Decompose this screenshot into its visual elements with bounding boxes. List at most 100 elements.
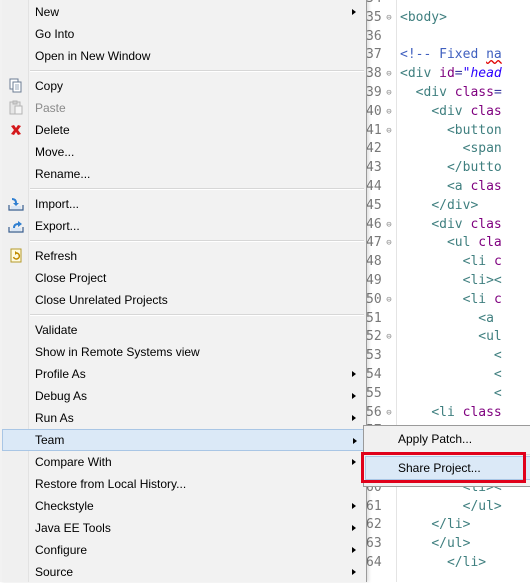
menu-item-close-unrelated-projects[interactable]: Close Unrelated Projects — [2, 289, 364, 311]
fold-toggle-icon[interactable]: ⊖ — [384, 291, 394, 309]
menu-item-show-in-remote-systems-view[interactable]: Show in Remote Systems view — [2, 341, 364, 363]
menu-item-label: Paste — [35, 101, 66, 115]
code-text: <li c — [462, 254, 502, 270]
team-submenu: Apply Patch... Share Project... — [363, 425, 530, 487]
menu-item-label: Go Into — [35, 27, 75, 41]
menu-item-label: Compare With — [35, 455, 112, 469]
line-number: 44 — [366, 179, 382, 194]
context-menu: New Go Into Open in New Window Copy Paste Del… — [0, 0, 367, 582]
menu-item-import[interactable]: Import... — [2, 193, 364, 215]
export-icon — [8, 218, 24, 234]
fold-toggle-icon[interactable]: ⊖ — [384, 122, 394, 140]
line-number: 55 — [366, 385, 382, 401]
line-number: 45 — [366, 197, 382, 213]
menu-item-restore-from-local-history[interactable]: Restore from Local History... — [2, 473, 364, 495]
menu-item-go-into[interactable]: Go Into — [2, 23, 364, 45]
line-number: 50 — [366, 291, 382, 307]
menu-item-label: Team — [35, 433, 65, 447]
submenu-arrow-icon — [352, 415, 356, 421]
fold-toggle-icon[interactable]: ⊖ — [384, 84, 394, 102]
submenu-separator — [392, 454, 530, 455]
copy-icon — [8, 78, 24, 94]
menu-separator — [30, 240, 364, 242]
fold-toggle-icon[interactable]: ⊖ — [384, 328, 394, 346]
submenu-arrow-icon — [352, 393, 356, 399]
menu-item-move[interactable]: Move... — [2, 141, 364, 163]
submenu-arrow-icon — [352, 503, 356, 509]
menu-item-copy[interactable]: Copy — [2, 75, 364, 97]
line-number: 43 — [366, 160, 382, 176]
menu-item-configure[interactable]: Configure — [2, 539, 364, 561]
import-icon — [8, 196, 24, 212]
code-text: <ul cla — [446, 235, 502, 251]
code-text: <div class= — [415, 85, 502, 100]
fold-toggle-icon[interactable]: ⊖ — [384, 65, 394, 83]
menu-item-team[interactable]: Team — [2, 429, 364, 451]
code-text: <a clas — [446, 179, 502, 194]
code-text: <a — [478, 310, 494, 326]
line-number: 40 — [366, 103, 382, 119]
menu-item-checkstyle[interactable]: Checkstyle — [2, 495, 364, 517]
code-text: <li class — [431, 404, 502, 420]
share-project-menu-item[interactable]: Share Project... — [365, 456, 530, 480]
menu-item-label: Copy — [35, 79, 64, 93]
code-text: <div clas — [431, 216, 502, 232]
menu-item-delete[interactable]: Delete — [2, 119, 364, 141]
menu-item-label: Export... — [35, 219, 80, 233]
menu-item-open-in-new-window[interactable]: Open in New Window — [2, 45, 364, 67]
menu-item-validate[interactable]: Validate — [2, 319, 364, 341]
code-text: </ul> — [431, 536, 471, 552]
line-number: 56 — [366, 404, 382, 420]
line-number: 38 — [366, 66, 382, 82]
line-number: 39 — [366, 85, 382, 100]
fold-toggle-icon[interactable]: ⊖ — [384, 216, 394, 234]
code-text: < — [493, 385, 502, 401]
line-number: 47 — [366, 235, 382, 251]
code-text: < — [493, 367, 502, 382]
menu-item-compare-with[interactable]: Compare With — [2, 451, 364, 473]
menu-item-label: Rename... — [35, 167, 91, 181]
code-text: <ul — [478, 329, 502, 345]
code-text: <span — [462, 141, 502, 157]
line-number: 34 — [366, 0, 386, 8]
line-number: 53 — [366, 348, 382, 364]
menu-item-java-ee-tools[interactable]: Java EE Tools — [2, 517, 364, 539]
menu-item-rename[interactable]: Rename... — [2, 163, 364, 185]
code-text: </ul> — [462, 498, 502, 514]
submenu-arrow-icon — [352, 569, 356, 575]
menu-item-source[interactable]: Source — [2, 561, 364, 583]
fold-toggle-icon[interactable]: ⊖ — [384, 404, 394, 422]
menu-item-profile-as[interactable]: Profile As — [2, 363, 364, 385]
menu-item-label: Close Project — [35, 271, 107, 285]
line-number: 51 — [366, 310, 382, 326]
code-text: <div clas — [431, 103, 502, 119]
line-number: 46 — [366, 216, 382, 232]
code-text: <li>< — [462, 273, 502, 288]
share-project-label: Share Project... — [398, 461, 481, 475]
delete-icon — [8, 122, 24, 138]
code-text: </butto — [446, 160, 502, 176]
apply-patch-menu-item[interactable]: Apply Patch... — [365, 427, 530, 451]
line-number: 49 — [366, 273, 382, 288]
menu-item-run-as[interactable]: Run As — [2, 407, 364, 429]
menu-item-new[interactable]: New — [2, 1, 364, 23]
line-number: 52 — [366, 329, 382, 345]
menu-item-export[interactable]: Export... — [2, 215, 364, 237]
fold-toggle-icon[interactable]: ⊖ — [384, 103, 394, 121]
menu-item-debug-as[interactable]: Debug As — [2, 385, 364, 407]
menu-separator — [30, 188, 364, 190]
line-number: 36 — [366, 28, 382, 44]
apply-patch-label: Apply Patch... — [398, 432, 473, 446]
menu-item-close-project[interactable]: Close Project — [2, 267, 364, 289]
submenu-arrow-icon — [352, 459, 356, 465]
code-text: <body> — [400, 9, 447, 25]
menu-item-label: Run As — [35, 411, 74, 425]
fold-toggle-icon[interactable]: ⊖ — [384, 9, 394, 27]
code-editor[interactable]: 3435⊖<body>3637<!-- Fixed na38⊖<div id="… — [364, 0, 530, 582]
line-number: 41 — [366, 122, 382, 138]
fold-toggle-icon[interactable]: ⊖ — [384, 234, 394, 252]
refresh-icon — [8, 248, 24, 264]
menu-item-refresh[interactable]: Refresh — [2, 245, 364, 267]
menu-item-label: Close Unrelated Projects — [35, 293, 168, 307]
code-text: </li> — [446, 555, 487, 570]
